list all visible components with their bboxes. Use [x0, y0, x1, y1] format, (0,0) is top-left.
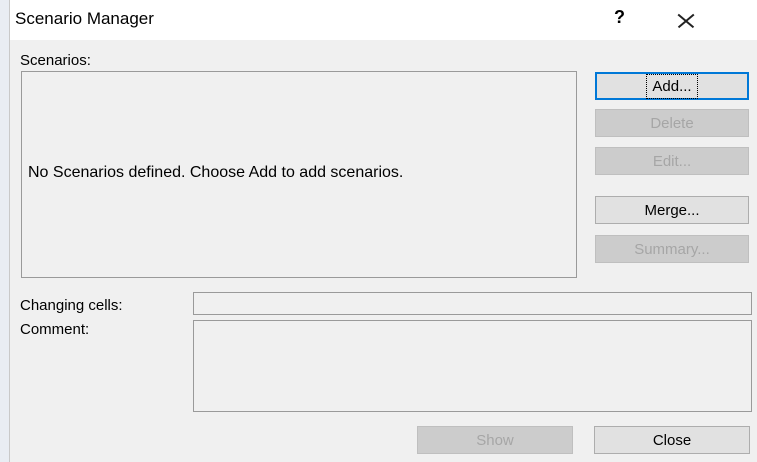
comment-label: Comment:: [20, 321, 90, 338]
scenarios-list[interactable]: No Scenarios defined. Choose Add to add …: [21, 71, 577, 278]
empty-scenarios-message: No Scenarios defined. Choose Add to add …: [28, 164, 404, 181]
close-button[interactable]: Close: [594, 426, 750, 454]
delete-button[interactable]: Delete: [595, 109, 749, 137]
merge-button[interactable]: Merge...: [595, 196, 749, 224]
changing-cells-label: Changing cells:: [20, 297, 123, 314]
show-button[interactable]: Show: [417, 426, 573, 454]
add-button[interactable]: Add...: [595, 72, 749, 100]
changing-cells-field[interactable]: [193, 292, 752, 315]
summary-button[interactable]: Summary...: [595, 235, 749, 263]
help-button[interactable]: ?: [614, 7, 625, 28]
dialog-title: Scenario Manager: [15, 9, 154, 28]
background-edge: [0, 0, 9, 462]
add-button-label: Add...: [646, 73, 698, 99]
title-bar: Scenario Manager ?: [10, 0, 757, 40]
scenario-manager-dialog: Scenario Manager ? Scenarios: No Scenari…: [9, 0, 757, 462]
close-icon[interactable]: [670, 12, 700, 30]
edit-button[interactable]: Edit...: [595, 147, 749, 175]
comment-field[interactable]: [193, 320, 752, 412]
scenarios-label: Scenarios:: [20, 52, 91, 69]
